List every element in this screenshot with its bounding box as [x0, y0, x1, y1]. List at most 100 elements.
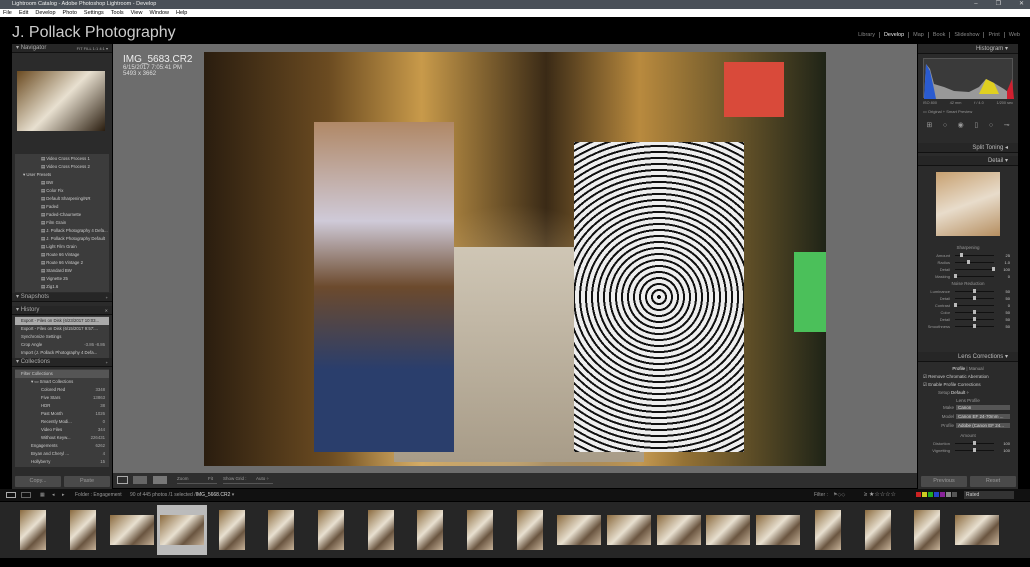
spot-removal-icon[interactable]: ○ — [943, 120, 947, 132]
zoom-slider[interactable] — [177, 483, 217, 484]
slider-thumb[interactable] — [973, 296, 976, 300]
menu-window[interactable]: Window — [149, 9, 169, 17]
slider-thumb[interactable] — [973, 317, 976, 321]
grid-icon[interactable]: ▦ — [40, 489, 45, 501]
slider-track[interactable] — [955, 262, 994, 263]
filmstrip-thumbnail[interactable] — [604, 505, 654, 555]
slider-thumb[interactable] — [973, 441, 976, 445]
tab-manual[interactable]: Manual — [969, 366, 984, 371]
filmstrip-thumbnail[interactable] — [704, 505, 754, 555]
yellow-label[interactable] — [922, 492, 927, 497]
histogram-header[interactable]: Histogram ▾ — [918, 44, 1018, 54]
green-label[interactable] — [928, 492, 933, 497]
copy-button[interactable]: Copy... — [15, 476, 61, 487]
collection[interactable]: Engagements 6262 — [15, 442, 109, 450]
slider-thumb[interactable] — [973, 448, 976, 452]
photo-preview[interactable] — [204, 52, 826, 466]
slider-amount[interactable]: Amount 25 — [918, 252, 1018, 259]
module-map[interactable]: Map — [908, 32, 928, 38]
slider-smoothness[interactable]: Smoothness 50 — [918, 323, 1018, 330]
custom-label[interactable] — [946, 492, 951, 497]
preset-item[interactable]: ▤ Video Cross Process 1 — [15, 155, 109, 163]
slider-track[interactable] — [955, 305, 994, 306]
module-web[interactable]: Web — [1003, 32, 1024, 38]
adjustment-brush-icon[interactable]: ⊸ — [1004, 120, 1010, 132]
slider-thumb[interactable] — [960, 253, 964, 257]
filmstrip-thumbnail[interactable] — [157, 505, 207, 555]
module-book[interactable]: Book — [927, 32, 950, 38]
filmstrip-thumbnail[interactable] — [902, 505, 952, 555]
filmstrip-thumbnail[interactable] — [455, 505, 505, 555]
paste-button[interactable]: Paste — [64, 476, 110, 487]
menu-help[interactable]: Help — [176, 9, 187, 17]
slider-detail[interactable]: Detail 50 — [918, 295, 1018, 302]
red-eye-icon[interactable]: ◉ — [958, 120, 964, 132]
preset-item[interactable]: ▤ Light Film Grain — [15, 243, 109, 251]
slider-thumb[interactable] — [992, 267, 995, 271]
filmstrip-thumbnail[interactable] — [356, 505, 406, 555]
collections-header[interactable]: ▾ Collections + — [12, 358, 112, 367]
tab-profile[interactable]: Profile — [952, 366, 965, 371]
filmstrip-thumbnail[interactable] — [555, 505, 605, 555]
slider-detail[interactable]: Detail 100 — [918, 266, 1018, 273]
history-item[interactable]: Synchronize Settings — [15, 333, 109, 341]
slider-detail[interactable]: Detail 50 — [918, 316, 1018, 323]
smart-collection[interactable]: Video Files 344 — [15, 426, 109, 434]
preset-item[interactable]: ▤ BW — [15, 179, 109, 187]
module-slideshow[interactable]: Slideshow — [949, 32, 983, 38]
menu-develop[interactable]: Develop — [35, 9, 55, 17]
filmstrip-thumbnail[interactable] — [256, 505, 306, 555]
slider-thumb[interactable] — [973, 310, 976, 314]
filmstrip[interactable] — [0, 502, 1030, 558]
filmstrip-thumbnail[interactable] — [952, 505, 1002, 555]
preset-item[interactable]: ▤ J. Pollack Photography 4 Defa... — [15, 227, 109, 235]
smart-preview-status[interactable]: ▭ Original + Smart Preview — [923, 109, 972, 114]
slider-color[interactable]: Color 50 — [918, 309, 1018, 316]
loupe-view-button[interactable] — [117, 476, 128, 484]
slider-contrast[interactable]: Contrast 0 — [918, 302, 1018, 309]
menu-edit[interactable]: Edit — [19, 9, 28, 17]
previous-button[interactable]: Previous — [921, 476, 967, 487]
crop-tool-icon[interactable]: ⊞ — [926, 120, 932, 132]
chromatic-checkbox[interactable]: ☑ Remove Chromatic Aberration — [918, 373, 1018, 381]
slider-masking[interactable]: Masking 0 — [918, 273, 1018, 280]
lens-corrections-header[interactable]: Lens Corrections ▾ — [918, 352, 1018, 362]
filter-preset-select[interactable]: Rated — [964, 491, 1014, 499]
grid-slider[interactable] — [223, 483, 273, 484]
preset-item[interactable]: ▤ Default Sharpening/NR — [15, 195, 109, 203]
reset-button[interactable]: Reset — [970, 476, 1016, 487]
close-button[interactable]: ✕ — [1019, 0, 1024, 9]
blue-label[interactable] — [934, 492, 939, 497]
preset-item[interactable]: ▤ Route 66 Vintage 2 — [15, 259, 109, 267]
history-item[interactable]: Export - Files on Disk (6/15/2017 9:57:.… — [15, 325, 109, 333]
preset-item[interactable]: ▤ Zig1.6 — [15, 283, 109, 291]
detail-preview[interactable] — [936, 172, 1000, 236]
slider-thumb[interactable] — [973, 324, 976, 328]
smart-collections-folder[interactable]: ▾ ▭ Smart Collections — [15, 378, 109, 386]
detail-header[interactable]: Detail ▾ — [918, 156, 1018, 166]
collection[interactable]: Bryan and Cheryl ... 4 — [15, 450, 109, 458]
history-item[interactable]: Crop Angle -3.86 -8.86 — [15, 341, 109, 349]
slider-thumb[interactable] — [954, 303, 957, 307]
preset-item[interactable]: ▤ Faded-Chaurnette — [15, 211, 109, 219]
slider-track[interactable] — [955, 269, 994, 270]
filmstrip-thumbnail[interactable] — [207, 505, 257, 555]
navigator-header[interactable]: ▾ Navigator FIT FILL 1:1 4:1 ▾ — [12, 44, 112, 53]
menu-photo[interactable]: Photo — [63, 9, 77, 17]
profile-select[interactable]: Adobe (Canon EF 24... — [956, 423, 1010, 428]
minimize-button[interactable]: – — [974, 0, 977, 9]
split-toning-header[interactable]: Split Toning ◂ — [918, 143, 1018, 153]
filmstrip-thumbnail[interactable] — [406, 505, 456, 555]
zoom-options[interactable]: FIT FILL 1:1 4:1 ▾ — [77, 44, 108, 53]
selected-filename[interactable]: IMG_5668.CR2 — [196, 492, 231, 498]
before-after-button[interactable] — [133, 476, 147, 484]
profile-corrections-checkbox[interactable]: ☑ Enable Profile Corrections — [918, 381, 1018, 389]
snapshots-header[interactable]: ▾ Snapshots + — [12, 293, 112, 302]
filter-collections-input[interactable]: Filter Collections — [15, 370, 109, 378]
preset-item[interactable]: ▤ Video Cross Process 2 — [15, 163, 109, 171]
preset-item[interactable]: ▤ Route 66 Vintage — [15, 251, 109, 259]
filmstrip-thumbnail[interactable] — [753, 505, 803, 555]
filmstrip-thumbnail[interactable] — [306, 505, 356, 555]
red-label[interactable] — [916, 492, 921, 497]
filmstrip-thumbnail[interactable] — [107, 505, 157, 555]
